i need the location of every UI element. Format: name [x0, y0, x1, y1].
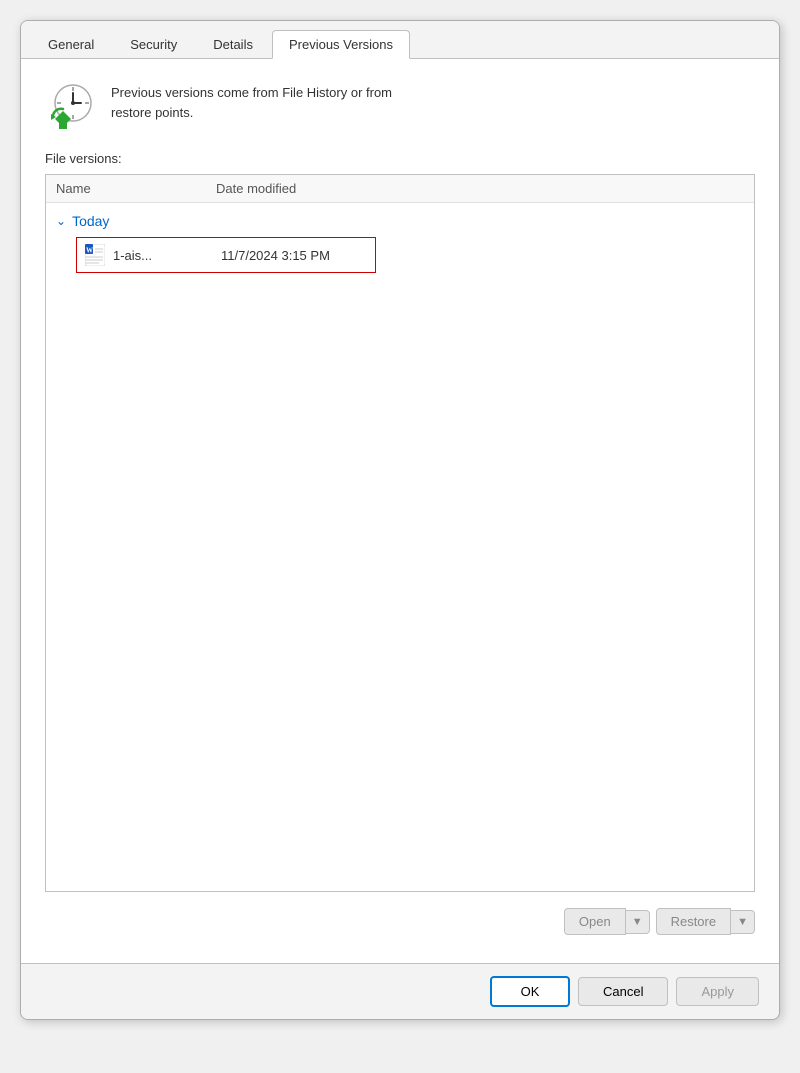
file-version-date: 11/7/2024 3:15 PM	[221, 248, 330, 263]
clock-history-icon	[45, 79, 97, 131]
file-versions-label: File versions:	[45, 151, 755, 166]
open-dropdown-arrow[interactable]: ▼	[626, 910, 650, 934]
apply-button[interactable]: Apply	[676, 977, 759, 1006]
restore-split-button: Restore ▼	[656, 908, 755, 935]
version-action-buttons: Open ▼ Restore ▼	[45, 908, 755, 935]
tab-details[interactable]: Details	[196, 30, 270, 59]
tab-previous-versions[interactable]: Previous Versions	[272, 30, 410, 59]
cancel-button[interactable]: Cancel	[578, 977, 668, 1006]
dialog-footer: OK Cancel Apply	[21, 963, 779, 1019]
file-version-name: 1-ais...	[113, 248, 213, 263]
tab-general[interactable]: General	[31, 30, 111, 59]
header-description: Previous versions come from File History…	[111, 79, 392, 122]
chevron-down-icon: ⌄	[56, 214, 66, 228]
restore-dropdown-arrow[interactable]: ▼	[731, 910, 755, 934]
restore-button[interactable]: Restore	[656, 908, 732, 935]
file-version-row[interactable]: W 1-ais... 11/7/2024 3:15 PM	[76, 237, 376, 273]
svg-text:W: W	[86, 247, 93, 255]
properties-dialog: General Security Details Previous Versio…	[20, 20, 780, 1020]
open-split-button: Open ▼	[564, 908, 650, 935]
file-versions-table: Name Date modified ⌄ Today W	[45, 174, 755, 892]
column-date-header: Date modified	[216, 181, 744, 196]
word-doc-icon: W	[85, 244, 105, 266]
tab-content-previous-versions: Previous versions come from File History…	[21, 59, 779, 963]
ok-button[interactable]: OK	[490, 976, 570, 1007]
header-section: Previous versions come from File History…	[45, 79, 755, 131]
group-header-today: ⌄ Today	[56, 209, 744, 233]
column-name-header: Name	[56, 181, 216, 196]
tab-bar: General Security Details Previous Versio…	[21, 21, 779, 59]
tab-security[interactable]: Security	[113, 30, 194, 59]
open-button[interactable]: Open	[564, 908, 626, 935]
table-header-row: Name Date modified	[46, 175, 754, 203]
table-body: ⌄ Today W	[46, 203, 754, 891]
